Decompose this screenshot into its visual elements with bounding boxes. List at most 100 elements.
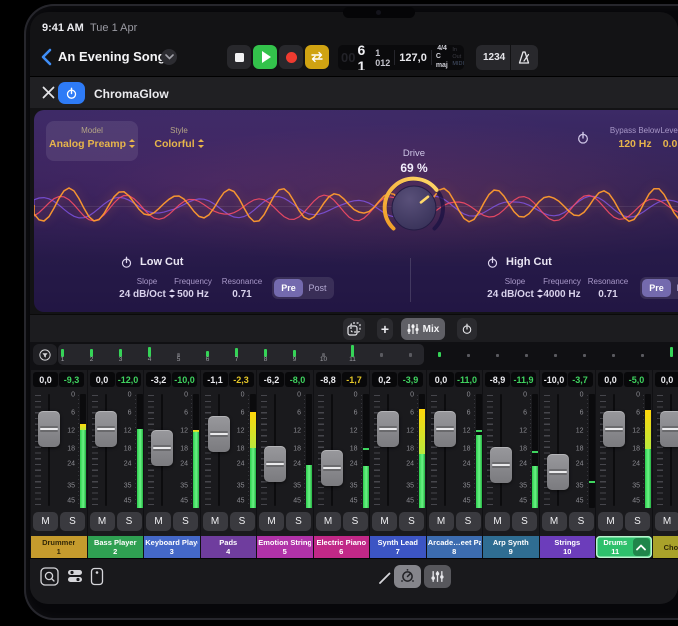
peak-db-value[interactable]: -5,0 <box>624 372 649 387</box>
song-title[interactable]: An Evening Song <box>58 49 166 64</box>
mixer-power-button[interactable] <box>457 318 477 340</box>
solo-button[interactable]: S <box>625 512 650 531</box>
channel-name-plate[interactable]: Drums11 <box>596 536 652 558</box>
channel-name-plate[interactable]: Drummer1 <box>31 536 87 558</box>
solo-button[interactable]: S <box>399 512 424 531</box>
fader-db-value[interactable]: -6,2 <box>259 372 284 387</box>
fader-handle[interactable] <box>38 411 60 447</box>
highcut-resonance[interactable]: Resonance 0.71 <box>576 277 640 300</box>
fader-db-value[interactable]: 0,0 <box>33 372 58 387</box>
channel-name-plate[interactable]: Arp Synth9 <box>483 536 539 558</box>
metronome-icon[interactable] <box>516 50 532 65</box>
fader-db-value[interactable]: -10,0 <box>542 372 567 387</box>
peak-db-value[interactable]: -11,0 <box>455 372 480 387</box>
mute-button[interactable]: M <box>372 512 397 531</box>
solo-button[interactable]: S <box>569 512 594 531</box>
channel-name-plate[interactable]: Pads4 <box>201 536 257 558</box>
add-track-button[interactable]: + <box>377 318 393 340</box>
channel-name-plate[interactable]: Emotion Strings5 <box>257 536 313 558</box>
channel-name-plate[interactable]: Keyboard Player3 <box>144 536 200 558</box>
peak-db-value[interactable]: -3,9 <box>398 372 423 387</box>
solo-button[interactable]: S <box>512 512 537 531</box>
channel-name-plate[interactable]: Arcade…eet Pad8 <box>427 536 483 558</box>
plugin-power-button[interactable] <box>58 82 85 104</box>
mute-button[interactable]: M <box>542 512 567 531</box>
channel-expand-button[interactable] <box>633 538 650 556</box>
fader-handle[interactable] <box>547 454 569 490</box>
solo-button[interactable]: S <box>343 512 368 531</box>
mixer-view-button[interactable] <box>424 565 451 588</box>
song-menu-button[interactable] <box>161 49 177 65</box>
mute-button[interactable]: M <box>259 512 284 531</box>
solo-button[interactable]: S <box>456 512 481 531</box>
mute-button[interactable]: M <box>90 512 115 531</box>
fader-handle[interactable] <box>603 411 625 447</box>
minimap[interactable]: 1234567891011 <box>30 342 678 368</box>
lowcut-resonance[interactable]: Resonance 0.71 <box>210 277 274 300</box>
channel-name-plate[interactable]: Synth Lead7 <box>370 536 426 558</box>
fader-handle[interactable] <box>660 411 678 447</box>
smart-controls-button[interactable] <box>394 565 421 588</box>
mute-button[interactable]: M <box>429 512 454 531</box>
lowcut-post-button[interactable]: Post <box>303 279 332 297</box>
pencil-icon[interactable] <box>378 571 392 585</box>
lcd-display[interactable]: 00 6 1 1 012 127,0 4/4 C maj In Out MIDI <box>338 45 464 70</box>
lowcut-power-icon[interactable] <box>120 256 133 269</box>
close-icon[interactable] <box>42 86 55 99</box>
bypass-power-icon[interactable] <box>576 131 590 145</box>
fader-db-value[interactable]: 0,2 <box>372 372 397 387</box>
mute-button[interactable]: M <box>146 512 171 531</box>
solo-button[interactable]: S <box>173 512 198 531</box>
fader-handle[interactable] <box>208 416 230 452</box>
solo-button[interactable]: S <box>117 512 142 531</box>
mute-button[interactable]: M <box>316 512 341 531</box>
fader-handle[interactable] <box>434 411 456 447</box>
lowcut-pre-button[interactable]: Pre <box>274 279 303 297</box>
mute-button[interactable]: M <box>655 512 678 531</box>
cycle-button[interactable] <box>305 45 329 69</box>
mute-button[interactable]: M <box>33 512 58 531</box>
peak-db-value[interactable]: -9,3 <box>59 372 84 387</box>
channel-name-plate[interactable]: Electric Piano6 <box>314 536 370 558</box>
plugins-icon[interactable] <box>66 567 84 585</box>
peak-db-value[interactable]: -1,7 <box>342 372 367 387</box>
peak-db-value[interactable]: -11,9 <box>511 372 536 387</box>
drive-knob[interactable] <box>380 174 448 242</box>
solo-button[interactable]: S <box>60 512 85 531</box>
fader-db-value[interactable]: -3,2 <box>146 372 171 387</box>
fader-db-value[interactable]: 0,0 <box>429 372 454 387</box>
style-selector[interactable]: Style Colorful <box>146 126 212 150</box>
channel-name-plate[interactable]: Chorus V <box>653 536 678 558</box>
highcut-pre-button[interactable]: Pre <box>642 279 671 297</box>
stop-button[interactable] <box>227 45 251 69</box>
peak-db-value[interactable]: -2,3 <box>229 372 254 387</box>
fader-db-value[interactable]: -8,9 <box>485 372 510 387</box>
fader-db-value[interactable]: -1,1 <box>203 372 228 387</box>
fader-handle[interactable] <box>151 430 173 466</box>
model-selector[interactable]: Model Analog Preamp <box>46 121 138 161</box>
peak-db-value[interactable]: -10,0 <box>172 372 197 387</box>
play-button[interactable] <box>253 45 277 69</box>
fader-db-value[interactable]: -8,8 <box>316 372 341 387</box>
fader-db-value[interactable]: 0,0 <box>598 372 623 387</box>
peak-db-value[interactable]: -3,7 <box>568 372 593 387</box>
mute-button[interactable]: M <box>485 512 510 531</box>
count-in-button[interactable]: 1234 <box>483 52 505 63</box>
fader-handle[interactable] <box>490 447 512 483</box>
mix-view-button[interactable]: Mix <box>401 318 445 340</box>
peak-db-value[interactable]: -8,0 <box>285 372 310 387</box>
loop-browser-icon[interactable] <box>40 567 59 586</box>
play-surface-icon[interactable] <box>90 567 104 586</box>
mute-button[interactable]: M <box>598 512 623 531</box>
solo-button[interactable]: S <box>230 512 255 531</box>
fader-db-value[interactable]: 0,0 <box>655 372 678 387</box>
peak-db-value[interactable]: -12,0 <box>116 372 141 387</box>
fader-handle[interactable] <box>377 411 399 447</box>
fader-handle[interactable] <box>264 446 286 482</box>
level-field[interactable]: Level 0.0 <box>640 126 678 150</box>
mute-button[interactable]: M <box>203 512 228 531</box>
channel-name-plate[interactable]: Bass Player2 <box>88 536 144 558</box>
highcut-post-button[interactable]: Post <box>671 279 678 297</box>
record-button[interactable] <box>279 45 303 69</box>
solo-button[interactable]: S <box>286 512 311 531</box>
